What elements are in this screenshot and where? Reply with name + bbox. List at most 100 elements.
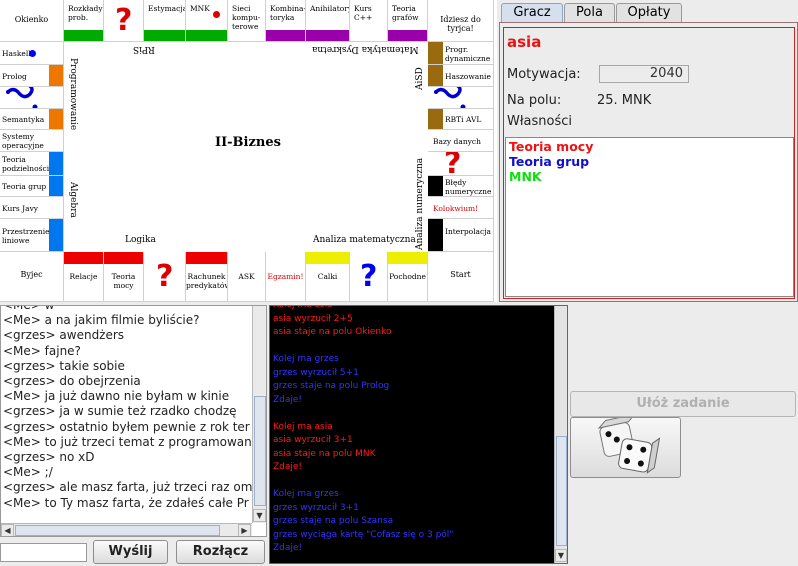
board-field-systemy-operacyjne[interactable]: Systemy operacyjne — [0, 130, 64, 152]
board-field-kurs-javy[interactable]: Kurs Javy — [0, 197, 64, 219]
board-field-progr-dynamiczne[interactable]: Progr. dynamiczne — [428, 42, 494, 65]
field-label: Calki — [317, 272, 338, 281]
scroll-down-icon[interactable]: ▼ — [555, 549, 567, 562]
chat-history[interactable]: <Me> w <Me> a na jakim filmie byliście? <g… — [0, 305, 267, 537]
chat-message: <Me> w — [3, 305, 55, 312]
color-bar — [428, 219, 443, 251]
field-label: Sieci kompu-terowe — [232, 4, 261, 31]
board-field-teoria-grup[interactable]: Teoria grup — [0, 176, 64, 197]
property-item[interactable]: Teoria grup — [509, 154, 589, 169]
board-field-mnk[interactable]: MNK — [186, 0, 228, 42]
board-field-wave-icon[interactable] — [0, 87, 64, 109]
board-field-rachunek-predykatow[interactable]: Rachunek predykatów — [186, 252, 228, 302]
board-field-pochodne[interactable]: Pochodne — [388, 252, 428, 302]
board-field-interpolacja[interactable]: Interpolacja — [428, 219, 494, 252]
board-field-teoria-mocy[interactable]: Teoria mocy — [104, 252, 144, 302]
color-bar — [306, 30, 349, 41]
scroll-right-icon[interactable]: ▶ — [238, 524, 251, 536]
tab-pola[interactable]: Pola — [564, 3, 615, 22]
board-field-kombina-toryka[interactable]: Kombina-toryka — [266, 0, 306, 42]
question-icon: ? — [115, 3, 133, 38]
field-label: Interpolacja — [445, 226, 492, 236]
board-field-teoria-podzielnosci[interactable]: Teoria podzielności — [0, 152, 64, 176]
board-field-haszowanie[interactable]: Haszowanie — [428, 65, 494, 87]
log-vertical-scrollbar[interactable]: ▼ — [554, 306, 567, 563]
board-field-okienko[interactable]: Okienko — [0, 0, 64, 42]
board-field-haskell[interactable]: Haskell — [0, 42, 64, 65]
disconnect-button[interactable]: Rozłącz — [176, 540, 265, 564]
board-field-question-icon[interactable]: ? — [350, 252, 388, 302]
board-field-start[interactable]: Start — [428, 252, 494, 302]
board-field-anihilatory[interactable]: Anihilatory — [306, 0, 350, 42]
board-field-wave-icon[interactable] — [428, 87, 494, 109]
color-bar — [144, 30, 185, 41]
player-info: asia Motywacja: 2040 Na polu: 25. MNK Wł… — [503, 27, 795, 299]
board-field-b-edy-numeryczne[interactable]: Błędy numeryczne — [428, 176, 494, 197]
board-field-estymacja[interactable]: Estymacja — [144, 0, 186, 42]
board-field-sieci-kompu-terowe[interactable]: Sieci kompu-terowe — [228, 0, 266, 42]
log-entry: grzes staje na polu Szansa — [273, 516, 394, 526]
color-bar — [49, 176, 63, 196]
log-scroll-thumb[interactable] — [556, 436, 567, 546]
field-label: Teoria mocy — [111, 272, 136, 290]
chat-vertical-scroll-thumb[interactable] — [254, 396, 266, 506]
chat-horizontal-scroll-thumb[interactable] — [15, 525, 220, 536]
board-field-question-icon[interactable]: ? — [144, 252, 186, 302]
log-entry: Kolej ma asia — [273, 305, 333, 310]
board-field-question-icon[interactable]: ? — [104, 0, 144, 42]
color-bar — [428, 176, 443, 196]
chat-message: <grzes> do obejrzenia — [3, 374, 141, 388]
board-field-ask[interactable]: ASK — [228, 252, 266, 302]
color-bar — [306, 252, 349, 264]
chat-message: <Me> a na jakim filmie byliście? — [3, 313, 200, 328]
field-label: Teoria grup — [2, 182, 47, 191]
field-label: Prolog — [2, 71, 27, 81]
tab-op-aty[interactable]: Opłaty — [616, 3, 682, 22]
board-field-semantyka[interactable]: Semantyka — [0, 109, 64, 130]
board-title: II-Biznes — [215, 135, 281, 150]
board-field-bazy-danych[interactable]: Bazy danych — [428, 130, 494, 152]
scroll-down-icon[interactable]: ▼ — [253, 509, 266, 522]
board-field-relacje[interactable]: Relacje — [64, 252, 104, 302]
log-entry: Kolej ma asia — [273, 421, 333, 432]
board-field-prolog[interactable]: Prolog — [0, 65, 64, 87]
chat-horizontal-scrollbar[interactable]: ◀ ▶ — [1, 523, 252, 536]
board-field-rozk-ady-prob[interactable]: Rozkłady prob. — [64, 0, 104, 42]
board-field-question-icon[interactable]: ? — [428, 152, 494, 176]
chat-message: <grzes> ostatnio byłem pewnie z rok ter — [3, 419, 250, 434]
field-label: Okienko — [14, 15, 49, 24]
create-task-button[interactable]: Ułóż zadanie — [570, 391, 796, 417]
chat-vertical-scrollbar[interactable]: ▼ — [252, 306, 266, 523]
scroll-left-icon[interactable]: ◀ — [1, 524, 14, 536]
roll-dice-button[interactable] — [570, 413, 681, 478]
field-label: Idziesz do tyrjca! — [440, 15, 481, 33]
board-field-byjec[interactable]: Byjec — [0, 252, 64, 302]
board-field-przestrzenie-liniowe[interactable]: Przestrzenie liniowe — [0, 219, 64, 252]
game-log[interactable]: Kolej ma asia asia wyrzucił 2+5 asia staje… — [269, 305, 568, 564]
properties-list[interactable]: Teoria mocy Teoria grup MNK — [505, 137, 794, 297]
color-bar — [186, 252, 227, 264]
tab-gracz[interactable]: Gracz — [501, 3, 563, 22]
chat-input[interactable] — [0, 543, 87, 562]
question-icon: ? — [444, 152, 462, 176]
region-label-rpis: RPiS — [133, 44, 155, 54]
color-bar — [104, 252, 143, 264]
field-label: Relacje — [69, 272, 98, 281]
board-field-calki[interactable]: Calki — [306, 252, 350, 302]
send-button[interactable]: Wyślij — [93, 540, 168, 564]
board-field-kolokwium[interactable]: Kolokwium! — [428, 197, 494, 219]
field-label: Semantyka — [2, 115, 45, 124]
color-bar — [64, 30, 103, 41]
player-name: asia — [507, 33, 542, 51]
log-entry: asia staje na polu Okienko — [273, 327, 392, 337]
board-field-rbti-avl[interactable]: RBTi AVL — [428, 109, 494, 130]
property-item[interactable]: MNK — [509, 169, 542, 184]
board-field-teoria-grafow[interactable]: Teoria grafów — [388, 0, 428, 42]
color-bar — [266, 30, 305, 41]
chat-message: <grzes> ja w sumie też rzadko chodzę — [3, 404, 237, 419]
board-field-kurs-c[interactable]: Kurs C++ — [350, 0, 388, 42]
board-field-egzamin[interactable]: Egzamin! — [266, 252, 306, 302]
board-field-idziesz-do-tyrjca[interactable]: Idziesz do tyrjca! — [428, 0, 494, 42]
property-item[interactable]: Teoria mocy — [509, 139, 593, 154]
field-label: Kombina-toryka — [270, 4, 306, 22]
